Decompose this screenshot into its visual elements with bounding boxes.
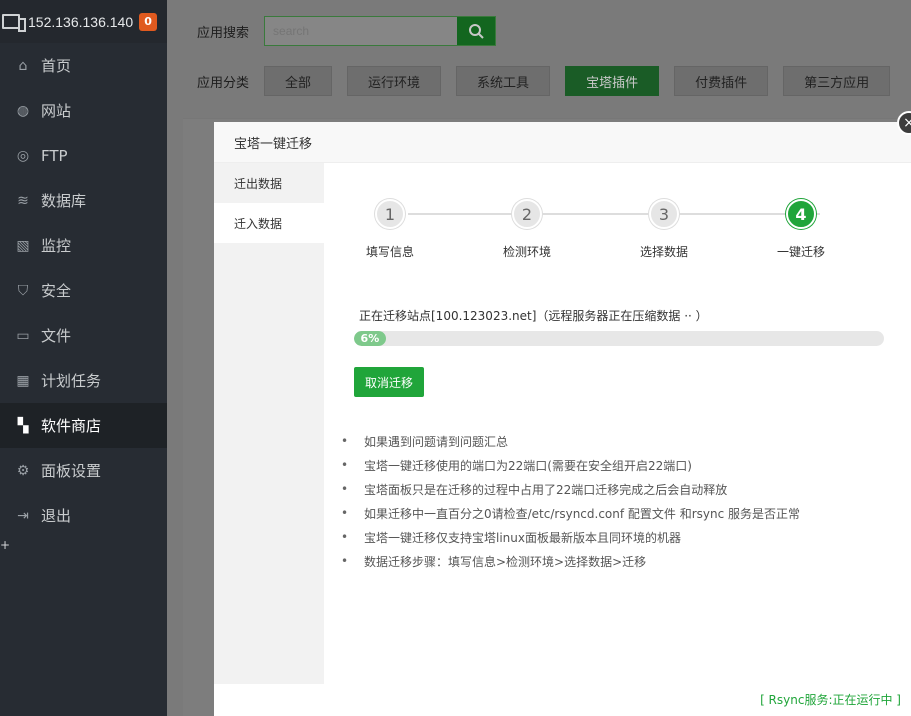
server-ip: 152.136.136.140 (28, 13, 134, 30)
sidebar-item-label: 退出 (41, 507, 72, 525)
step-indicator: 1 填写信息 2 检测环境 3 选择数据 4 一键迁移 (366, 199, 854, 279)
sidebar-item-label: 安全 (41, 282, 72, 300)
migration-modal: 宝塔一键迁移 迁出数据 迁入数据 1 填写信息 2 检测环境 3 选择数据 4 … (214, 122, 911, 716)
tips-list: 如果遇到问题请到问题汇总 宝塔一键迁移使用的端口为22端口(需要在安全组开启22… (340, 429, 800, 573)
folder-icon: ▭ (16, 327, 30, 344)
sidebar-item-store[interactable]: ▚ 软件商店 (0, 403, 167, 448)
monitor-chart-icon: ▧ (16, 237, 30, 254)
step-label: 选择数据 (639, 245, 688, 259)
step-4: 4 一键迁移 (761, 199, 841, 260)
sidebar-item-label: 文件 (41, 327, 72, 345)
sidebar-item-security[interactable]: ⛉ 安全 (0, 268, 167, 313)
sidebar-nav: ⌂ 首页 ◍ 网站 ◎ FTP ≋ 数据库 ▧ 监控 ⛉ 安全 ▭ 文件 ▦ 计划任务 ▚ 软件商… (0, 43, 167, 538)
tip-item: 宝塔一键迁移仅支持宝塔linux面板最新版本且同环境的机器 (340, 525, 800, 549)
category-row: 应用分类 全部 运行环境 系统工具 宝塔插件 付费插件 第三方应用 (197, 66, 891, 96)
step-label: 填写信息 (365, 245, 414, 259)
step-number: 2 (512, 199, 542, 229)
step-label: 检测环境 (502, 245, 551, 259)
sidebar-item-settings[interactable]: ⚙ 面板设置 (0, 448, 167, 493)
search-icon (469, 24, 484, 39)
step-label: 一键迁移 (776, 245, 825, 259)
logout-icon: ⇥ (17, 507, 29, 524)
migration-status-text: 正在迁移站点[100.123023.net]（远程服务器正在压缩数据 ·· ） (359, 309, 708, 323)
tab-export-data[interactable]: 迁出数据 (214, 163, 324, 203)
home-icon: ⌂ (18, 57, 28, 74)
search-row: 应用搜索 (197, 16, 497, 46)
sidebar-item-ftp[interactable]: ◎ FTP (0, 133, 167, 178)
tip-item: 如果迁移中一直百分之0请检查/etc/rsyncd.conf 配置文件 和rsy… (340, 501, 800, 525)
sidebar-item-label: 网站 (41, 102, 72, 120)
search-label: 应用搜索 (197, 25, 250, 41)
step-connector (408, 213, 820, 215)
category-paid-plugins[interactable]: 付费插件 (674, 66, 769, 96)
search-button[interactable] (457, 17, 496, 45)
sidebar-item-database[interactable]: ≋ 数据库 (0, 178, 167, 223)
rsync-status: [ Rsync服务:正在运行中 ] (760, 693, 901, 707)
sidebar-item-logout[interactable]: ⇥ 退出 (0, 493, 167, 538)
migration-progress-bar: 6% (354, 331, 884, 346)
sidebar-item-label: 计划任务 (41, 372, 102, 390)
step-number: 4 (786, 199, 816, 229)
notification-badge[interactable]: 0 (139, 12, 158, 31)
monitor-icon (2, 13, 26, 32)
server-header: 152.136.136.140 0 (0, 0, 167, 43)
sidebar-item-label: 数据库 (41, 192, 87, 210)
sidebar-item-label: 面板设置 (41, 462, 102, 480)
add-shortcut-button[interactable]: + (0, 538, 167, 552)
tip-item: 数据迁移步骤：填写信息>检测环境>选择数据>迁移 (340, 549, 800, 573)
apps-grid-icon: ▚ (17, 417, 29, 434)
tip-item: 宝塔面板只是在迁移的过程中占用了22端口迁移完成之后会自动释放 (340, 477, 800, 501)
category-all[interactable]: 全部 (264, 66, 333, 96)
progress-fill: 6% (354, 331, 386, 346)
calendar-icon: ▦ (16, 372, 30, 389)
step-1: 1 填写信息 (350, 199, 430, 260)
cancel-migration-button[interactable]: 取消迁移 (354, 367, 424, 397)
sidebar-item-home[interactable]: ⌂ 首页 (0, 43, 167, 88)
modal-content: 1 填写信息 2 检测环境 3 选择数据 4 一键迁移 正在迁移站点[100.1… (324, 163, 911, 684)
sidebar-item-cron[interactable]: ▦ 计划任务 (0, 358, 167, 403)
step-number: 3 (649, 199, 679, 229)
shield-icon: ⛉ (17, 282, 29, 299)
sidebar-item-label: FTP (41, 146, 68, 165)
database-icon: ≋ (17, 192, 29, 209)
category-bt-plugins[interactable]: 宝塔插件 (565, 66, 660, 96)
sidebar-item-label: 软件商店 (41, 417, 102, 435)
tip-item: 宝塔一键迁移使用的端口为22端口(需要在安全组开启22端口) (340, 453, 800, 477)
step-3: 3 选择数据 (624, 199, 704, 260)
globe-icon: ◍ (16, 102, 30, 119)
step-number: 1 (375, 199, 405, 229)
tip-item: 如果遇到问题请到问题汇总 (340, 429, 800, 453)
sidebar: 152.136.136.140 0 ⌂ 首页 ◍ 网站 ◎ FTP ≋ 数据库 ▧ 监控 … (0, 0, 167, 716)
sidebar-item-monitor[interactable]: ▧ 监控 (0, 223, 167, 268)
category-third-party[interactable]: 第三方应用 (783, 66, 891, 96)
sidebar-item-label: 监控 (41, 237, 72, 255)
category-label: 应用分类 (197, 75, 250, 91)
modal-title: 宝塔一键迁移 (214, 122, 911, 163)
modal-tabs: 迁出数据 迁入数据 (214, 163, 324, 684)
gear-icon: ⚙ (16, 462, 30, 479)
tab-import-data[interactable]: 迁入数据 (214, 203, 324, 243)
search-input[interactable] (265, 17, 458, 45)
step-2: 2 检测环境 (487, 199, 567, 260)
category-runtime[interactable]: 运行环境 (347, 66, 442, 96)
ftp-icon: ◎ (16, 147, 30, 164)
sidebar-item-files[interactable]: ▭ 文件 (0, 313, 167, 358)
category-system-tools[interactable]: 系统工具 (456, 66, 551, 96)
sidebar-item-website[interactable]: ◍ 网站 (0, 88, 167, 133)
sidebar-item-label: 首页 (41, 57, 72, 75)
search-box (264, 16, 497, 46)
